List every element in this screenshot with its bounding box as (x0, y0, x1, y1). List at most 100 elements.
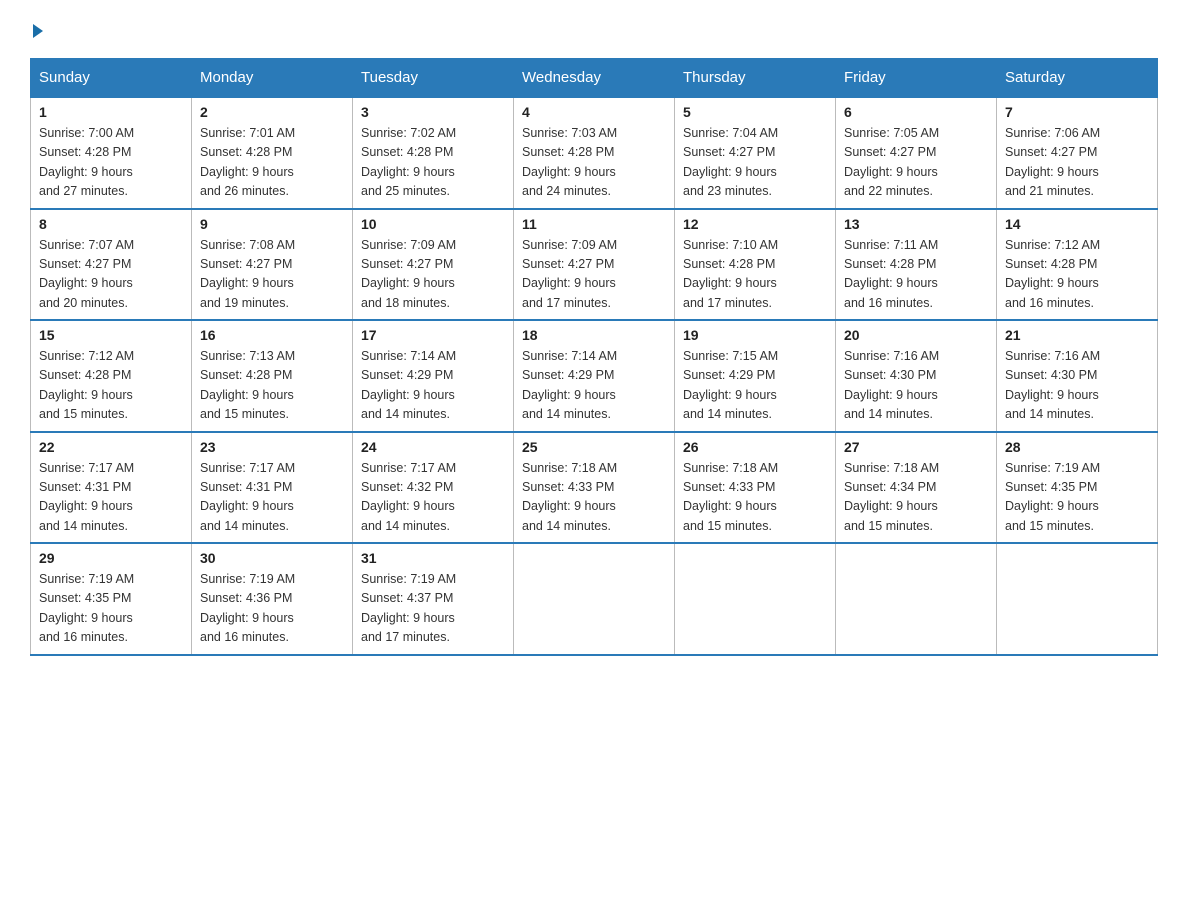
day-number: 12 (683, 216, 827, 232)
day-number: 3 (361, 104, 505, 120)
calendar-cell (675, 543, 836, 655)
calendar-cell: 16 Sunrise: 7:13 AMSunset: 4:28 PMDayligh… (192, 320, 353, 432)
calendar-cell: 27Sunrise: 7:18 AMSunset: 4:34 PMDayligh… (836, 432, 997, 544)
calendar-week-1: 1Sunrise: 7:00 AMSunset: 4:28 PMDaylight… (31, 97, 1158, 209)
day-number: 13 (844, 216, 988, 232)
day-info: Sunrise: 7:06 AMSunset: 4:27 PMDaylight:… (1005, 124, 1149, 202)
day-number: 15 (39, 327, 183, 343)
calendar-cell: 11 Sunrise: 7:09 AMSunset: 4:27 PMDayligh… (514, 209, 675, 321)
day-number: 17 (361, 327, 505, 343)
day-number: 23 (200, 439, 344, 455)
day-info: Sunrise: 7:09 AMSunset: 4:27 PMDaylight:… (522, 236, 666, 314)
day-info: Sunrise: 7:08 AMSunset: 4:27 PMDaylight:… (200, 236, 344, 314)
day-info: Sunrise: 7:19 AMSunset: 4:37 PMDaylight:… (361, 570, 505, 648)
calendar-cell: 13 Sunrise: 7:11 AMSunset: 4:28 PMDayligh… (836, 209, 997, 321)
day-info: Sunrise: 7:12 AMSunset: 4:28 PMDaylight:… (39, 347, 183, 425)
calendar-cell: 9 Sunrise: 7:08 AMSunset: 4:27 PMDaylight… (192, 209, 353, 321)
day-info: Sunrise: 7:16 AMSunset: 4:30 PMDaylight:… (1005, 347, 1149, 425)
calendar-week-2: 8 Sunrise: 7:07 AMSunset: 4:27 PMDaylight… (31, 209, 1158, 321)
calendar-cell: 19 Sunrise: 7:15 AMSunset: 4:29 PMDayligh… (675, 320, 836, 432)
day-info: Sunrise: 7:14 AMSunset: 4:29 PMDaylight:… (361, 347, 505, 425)
day-info: Sunrise: 7:19 AMSunset: 4:36 PMDaylight:… (200, 570, 344, 648)
calendar-cell (514, 543, 675, 655)
day-info: Sunrise: 7:17 AMSunset: 4:32 PMDaylight:… (361, 459, 505, 537)
calendar-cell: 17 Sunrise: 7:14 AMSunset: 4:29 PMDayligh… (353, 320, 514, 432)
calendar-cell: 31 Sunrise: 7:19 AMSunset: 4:37 PMDayligh… (353, 543, 514, 655)
day-number: 11 (522, 216, 666, 232)
day-number: 27 (844, 439, 988, 455)
day-info: Sunrise: 7:04 AMSunset: 4:27 PMDaylight:… (683, 124, 827, 202)
calendar-cell: 1Sunrise: 7:00 AMSunset: 4:28 PMDaylight… (31, 97, 192, 209)
calendar-cell: 30 Sunrise: 7:19 AMSunset: 4:36 PMDayligh… (192, 543, 353, 655)
day-number: 7 (1005, 104, 1149, 120)
day-number: 28 (1005, 439, 1149, 455)
calendar-cell (836, 543, 997, 655)
weekday-header-sunday: Sunday (31, 59, 192, 98)
day-number: 26 (683, 439, 827, 455)
weekday-header-monday: Monday (192, 59, 353, 98)
day-info: Sunrise: 7:18 AMSunset: 4:33 PMDaylight:… (683, 459, 827, 537)
day-number: 30 (200, 550, 344, 566)
calendar-cell: 29 Sunrise: 7:19 AMSunset: 4:35 PMDayligh… (31, 543, 192, 655)
day-number: 16 (200, 327, 344, 343)
logo-arrow-icon (33, 24, 43, 38)
day-number: 21 (1005, 327, 1149, 343)
day-info: Sunrise: 7:02 AMSunset: 4:28 PMDaylight:… (361, 124, 505, 202)
calendar-cell: 25Sunrise: 7:18 AMSunset: 4:33 PMDayligh… (514, 432, 675, 544)
day-number: 6 (844, 104, 988, 120)
calendar-cell: 26 Sunrise: 7:18 AMSunset: 4:33 PMDayligh… (675, 432, 836, 544)
day-info: Sunrise: 7:09 AMSunset: 4:27 PMDaylight:… (361, 236, 505, 314)
weekday-header-thursday: Thursday (675, 59, 836, 98)
day-number: 4 (522, 104, 666, 120)
calendar-table: SundayMondayTuesdayWednesdayThursdayFrid… (30, 58, 1158, 656)
calendar-cell: 23 Sunrise: 7:17 AMSunset: 4:31 PMDayligh… (192, 432, 353, 544)
day-info: Sunrise: 7:19 AMSunset: 4:35 PMDaylight:… (39, 570, 183, 648)
day-number: 31 (361, 550, 505, 566)
day-number: 19 (683, 327, 827, 343)
logo (30, 20, 43, 38)
day-info: Sunrise: 7:01 AMSunset: 4:28 PMDaylight:… (200, 124, 344, 202)
calendar-cell: 12 Sunrise: 7:10 AMSunset: 4:28 PMDayligh… (675, 209, 836, 321)
day-number: 24 (361, 439, 505, 455)
calendar-cell: 4 Sunrise: 7:03 AMSunset: 4:28 PMDaylight… (514, 97, 675, 209)
calendar-cell (997, 543, 1158, 655)
day-info: Sunrise: 7:11 AMSunset: 4:28 PMDaylight:… (844, 236, 988, 314)
calendar-cell: 10Sunrise: 7:09 AMSunset: 4:27 PMDayligh… (353, 209, 514, 321)
calendar-cell: 20Sunrise: 7:16 AMSunset: 4:30 PMDayligh… (836, 320, 997, 432)
day-info: Sunrise: 7:05 AMSunset: 4:27 PMDaylight:… (844, 124, 988, 202)
calendar-cell: 21 Sunrise: 7:16 AMSunset: 4:30 PMDayligh… (997, 320, 1158, 432)
day-number: 25 (522, 439, 666, 455)
page-header (30, 20, 1158, 38)
day-number: 8 (39, 216, 183, 232)
calendar-cell: 3 Sunrise: 7:02 AMSunset: 4:28 PMDaylight… (353, 97, 514, 209)
calendar-week-5: 29 Sunrise: 7:19 AMSunset: 4:35 PMDayligh… (31, 543, 1158, 655)
day-info: Sunrise: 7:14 AMSunset: 4:29 PMDaylight:… (522, 347, 666, 425)
day-info: Sunrise: 7:15 AMSunset: 4:29 PMDaylight:… (683, 347, 827, 425)
day-number: 22 (39, 439, 183, 455)
calendar-cell: 24 Sunrise: 7:17 AMSunset: 4:32 PMDayligh… (353, 432, 514, 544)
weekday-header-friday: Friday (836, 59, 997, 98)
calendar-cell: 2 Sunrise: 7:01 AMSunset: 4:28 PMDaylight… (192, 97, 353, 209)
calendar-cell: 28 Sunrise: 7:19 AMSunset: 4:35 PMDayligh… (997, 432, 1158, 544)
day-info: Sunrise: 7:17 AMSunset: 4:31 PMDaylight:… (200, 459, 344, 537)
calendar-cell: 6 Sunrise: 7:05 AMSunset: 4:27 PMDaylight… (836, 97, 997, 209)
day-number: 18 (522, 327, 666, 343)
day-info: Sunrise: 7:13 AMSunset: 4:28 PMDaylight:… (200, 347, 344, 425)
weekday-header-row: SundayMondayTuesdayWednesdayThursdayFrid… (31, 59, 1158, 98)
day-number: 29 (39, 550, 183, 566)
day-info: Sunrise: 7:07 AMSunset: 4:27 PMDaylight:… (39, 236, 183, 314)
calendar-cell: 7 Sunrise: 7:06 AMSunset: 4:27 PMDaylight… (997, 97, 1158, 209)
day-number: 1 (39, 104, 183, 120)
calendar-week-3: 15 Sunrise: 7:12 AMSunset: 4:28 PMDayligh… (31, 320, 1158, 432)
calendar-cell: 14Sunrise: 7:12 AMSunset: 4:28 PMDayligh… (997, 209, 1158, 321)
day-number: 9 (200, 216, 344, 232)
calendar-cell: 22Sunrise: 7:17 AMSunset: 4:31 PMDayligh… (31, 432, 192, 544)
calendar-cell: 15 Sunrise: 7:12 AMSunset: 4:28 PMDayligh… (31, 320, 192, 432)
day-number: 2 (200, 104, 344, 120)
day-info: Sunrise: 7:19 AMSunset: 4:35 PMDaylight:… (1005, 459, 1149, 537)
calendar-cell: 8 Sunrise: 7:07 AMSunset: 4:27 PMDaylight… (31, 209, 192, 321)
calendar-week-4: 22 Sunrise: 7:17 AMSunset: 4:31 PMDayligh… (31, 432, 1158, 544)
day-info: Sunrise: 7:12 AMSunset: 4:28 PMDaylight:… (1005, 236, 1149, 314)
day-info: Sunrise: 7:10 AMSunset: 4:28 PMDaylight:… (683, 236, 827, 314)
day-info: Sunrise: 7:03 AMSunset: 4:28 PMDaylight:… (522, 124, 666, 202)
